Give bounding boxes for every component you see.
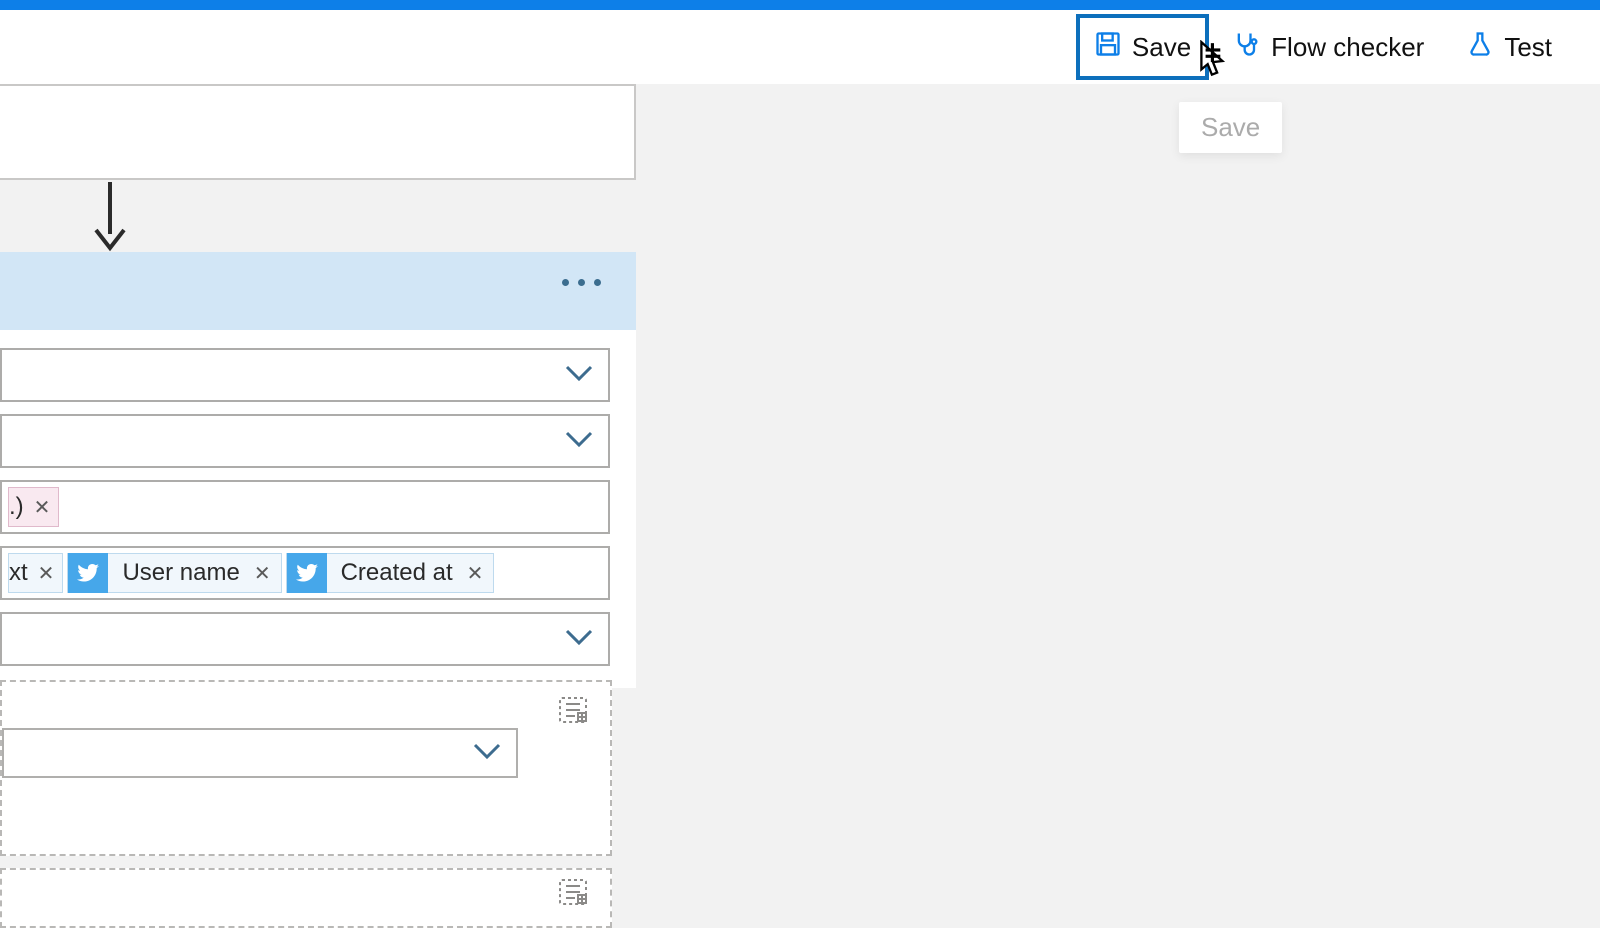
test-button[interactable]: Test xyxy=(1448,14,1570,80)
more-menu-button[interactable] xyxy=(562,279,601,286)
token-text: User name xyxy=(122,559,239,587)
dynamic-token-partial[interactable]: .) ✕ xyxy=(8,487,59,527)
dropdown-field-2[interactable] xyxy=(0,414,610,468)
token-text: .) xyxy=(9,493,24,521)
dynamic-content-area-1 xyxy=(0,680,612,856)
remove-token-icon[interactable]: ✕ xyxy=(34,495,51,520)
chevron-down-icon xyxy=(472,741,502,766)
remove-token-icon[interactable]: ✕ xyxy=(467,561,484,586)
action-card-body: .) ✕ xt ✕ User name ✕ Created at xyxy=(0,330,636,688)
twitter-icon xyxy=(287,553,327,593)
token-input-row-2[interactable]: xt ✕ User name ✕ Created at ✕ xyxy=(0,546,610,600)
save-icon xyxy=(1094,30,1122,65)
twitter-icon xyxy=(68,553,108,593)
remove-token-icon[interactable]: ✕ xyxy=(254,561,271,586)
remove-token-icon[interactable]: ✕ xyxy=(38,561,55,586)
chevron-down-icon xyxy=(564,429,594,454)
dynamic-content-icon[interactable] xyxy=(558,696,592,726)
dynamic-token-created-at[interactable]: Created at ✕ xyxy=(286,553,495,593)
flow-canvas: .) ✕ xt ✕ User name ✕ Created at xyxy=(0,84,1600,900)
accent-bar xyxy=(0,0,1600,10)
dropdown-field-3[interactable] xyxy=(0,612,610,666)
inner-dropdown-field[interactable] xyxy=(2,728,518,778)
chevron-down-icon xyxy=(564,627,594,652)
connector-arrow xyxy=(86,182,134,257)
flow-checker-button[interactable]: Flow checker xyxy=(1215,14,1442,80)
dynamic-content-icon[interactable] xyxy=(558,878,592,908)
dynamic-token-tweet-text-partial[interactable]: xt ✕ xyxy=(8,553,63,593)
previous-step-card[interactable] xyxy=(0,84,636,180)
save-button-label: Save xyxy=(1132,32,1191,63)
test-button-label: Test xyxy=(1504,32,1552,63)
token-text: xt xyxy=(9,559,28,587)
flask-icon xyxy=(1466,30,1494,65)
dropdown-field-1[interactable] xyxy=(0,348,610,402)
token-text: Created at xyxy=(341,559,453,587)
chevron-down-icon xyxy=(564,363,594,388)
save-button[interactable]: Save xyxy=(1076,14,1209,80)
token-input-row-1[interactable]: .) ✕ xyxy=(0,480,610,534)
action-card-header[interactable] xyxy=(0,252,636,330)
flow-checker-label: Flow checker xyxy=(1271,32,1424,63)
stethoscope-icon xyxy=(1233,30,1261,65)
dynamic-content-area-2 xyxy=(0,868,612,928)
toolbar: Save Flow checker Test xyxy=(0,10,1600,84)
dynamic-token-user-name[interactable]: User name ✕ xyxy=(67,553,281,593)
